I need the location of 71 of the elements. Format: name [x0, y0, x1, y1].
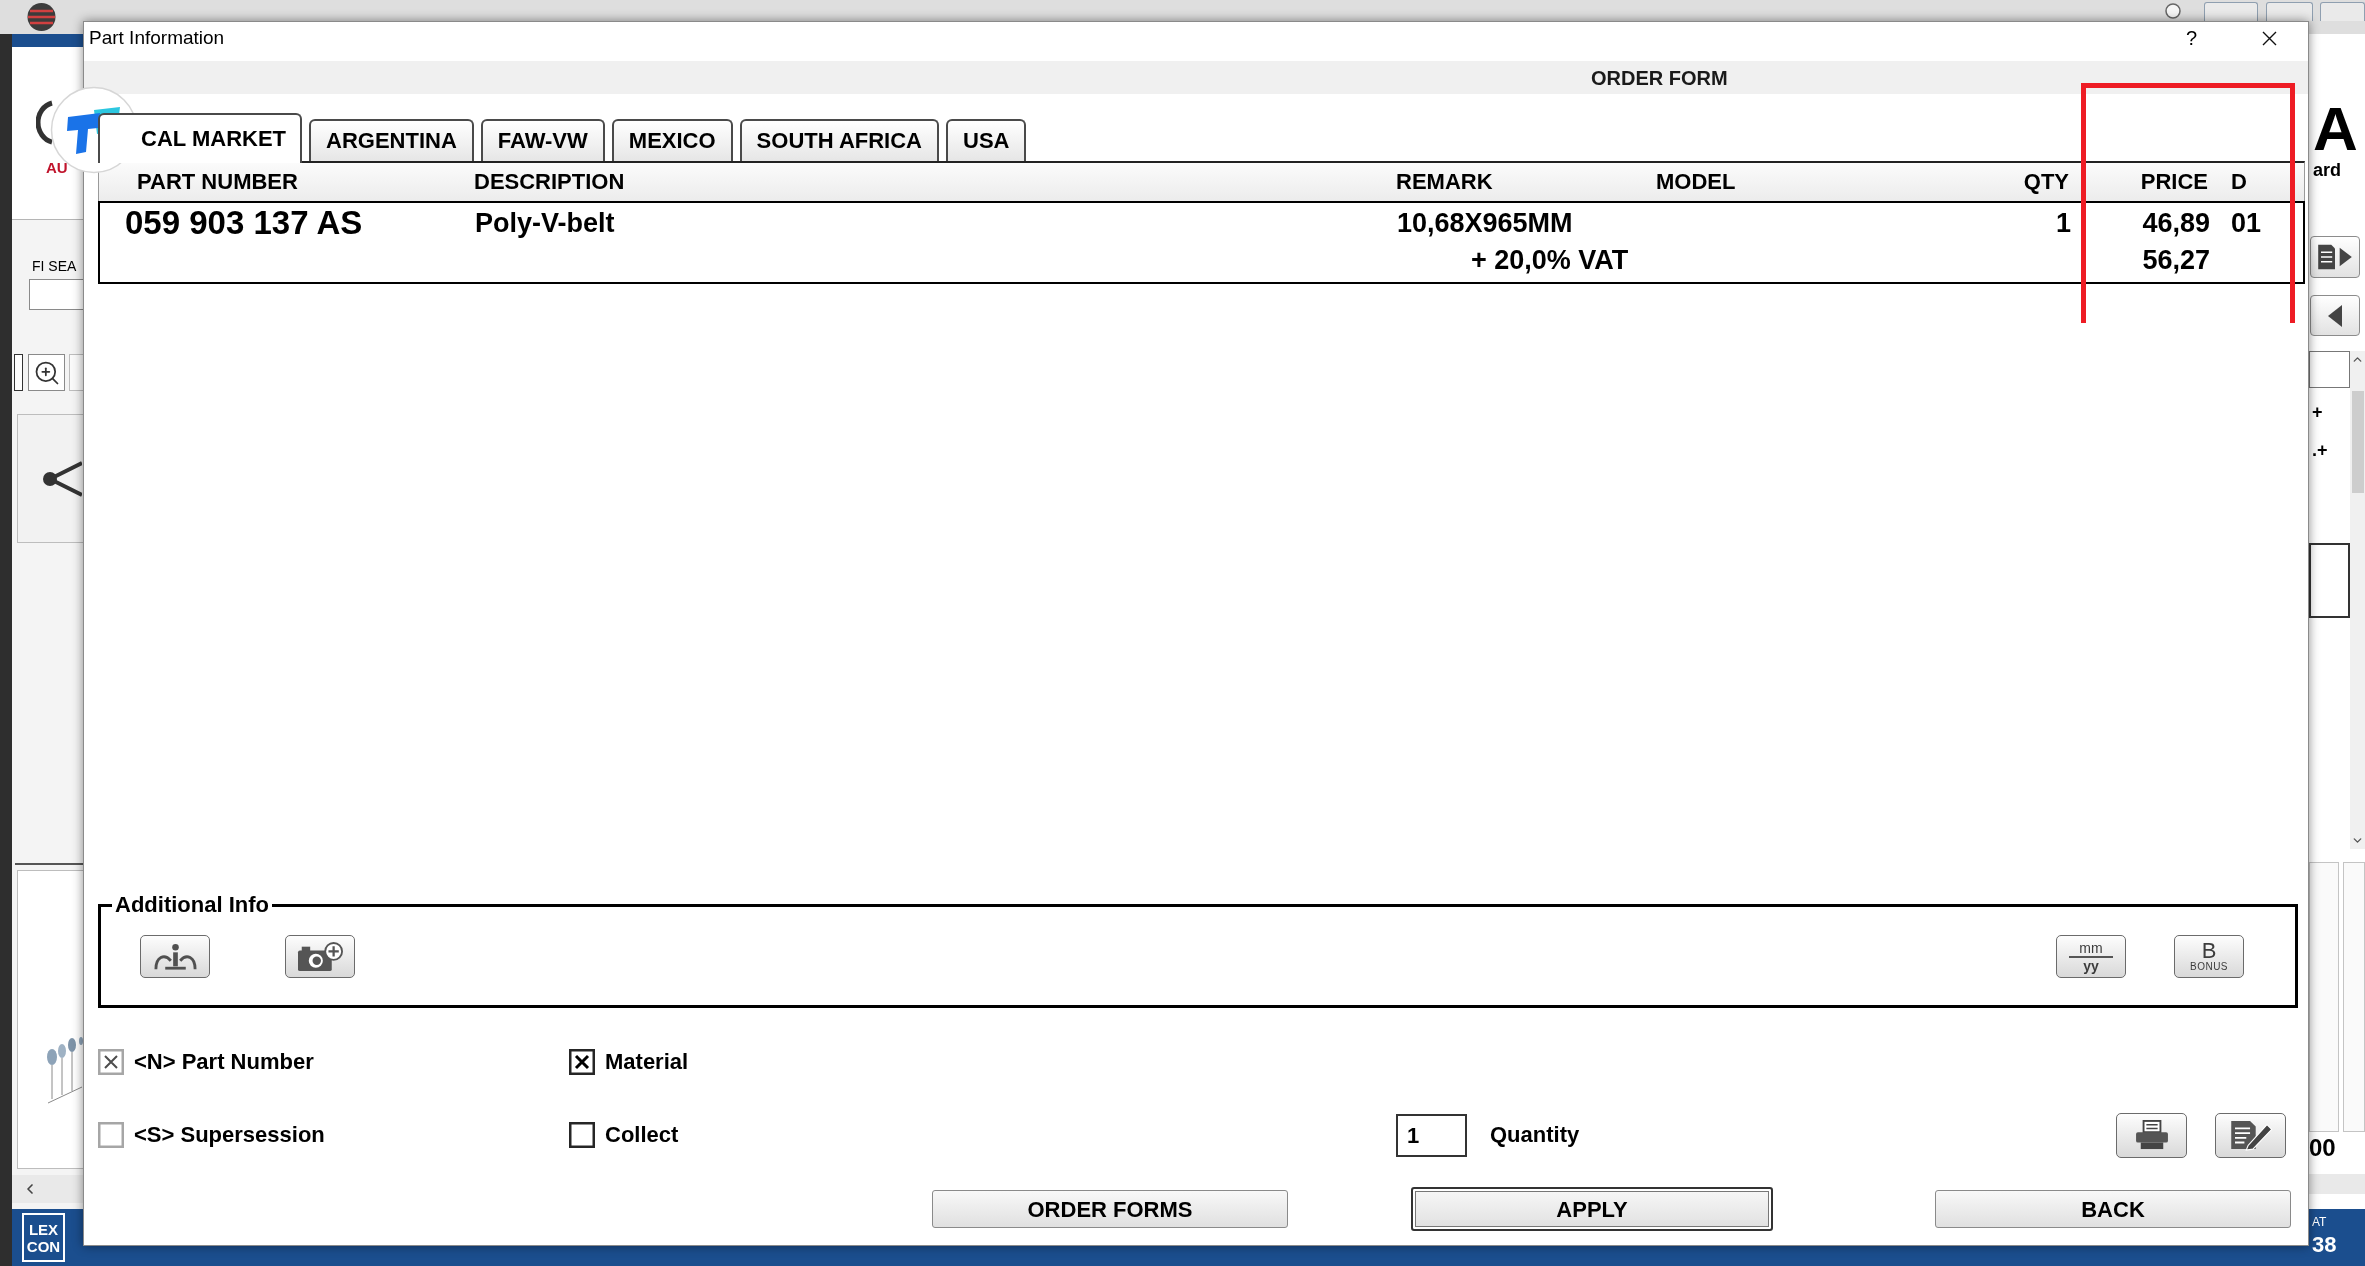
logo-arc-icon: [36, 100, 54, 145]
quantity-field[interactable]: 1: [1396, 1113, 1467, 1157]
tab[interactable]: SOUTH AFRICA: [739, 119, 939, 161]
tab[interactable]: MEXICO: [611, 119, 733, 161]
table-cell-text: 059 903 137 AS: [125, 205, 364, 241]
additional-info-title: Additional Info: [114, 892, 270, 918]
date-format-button[interactable]: mm yy: [2056, 935, 2126, 978]
close-button[interactable]: [2262, 31, 2277, 46]
checkbox-label[interactable]: Collect: [605, 1122, 679, 1148]
table-cell-text: 10,68X965MM: [1397, 208, 1574, 238]
column-header: REMARK: [1396, 169, 1494, 195]
document-arrow-icon: [2316, 243, 2354, 271]
table-cell-text: Poly-V-belt: [475, 208, 616, 238]
close-icon: [2262, 31, 2277, 46]
status-caption: AT: [2312, 1215, 2328, 1229]
column-header: QTY: [2023, 169, 2069, 195]
tab[interactable]: ARGENTINA: [309, 119, 474, 161]
toolbar-button[interactable]: [2310, 236, 2360, 278]
column-header: MODEL: [1656, 169, 1737, 195]
checkbox-label[interactable]: Material: [605, 1049, 689, 1075]
scrollbar-thumb[interactable]: [2351, 391, 2364, 493]
table-cell-text: + 20,0% VAT: [1471, 245, 1630, 275]
heading-letter: A: [2313, 98, 2359, 160]
search-label: FI SEA: [32, 258, 78, 274]
value-text: 00: [2309, 1134, 2337, 1162]
document-pencil-icon: [2228, 1119, 2273, 1151]
info-figure-icon: [152, 942, 198, 971]
dialog-button[interactable]: BACK: [1935, 1190, 2291, 1228]
column-header: PRICE: [2140, 169, 2208, 195]
search-field[interactable]: [29, 279, 83, 310]
status-value: 38: [2312, 1233, 2338, 1257]
column-header: PART NUMBER: [137, 169, 299, 195]
toolbar-button[interactable]: [14, 354, 23, 391]
form-heading: ORDER FORM: [1591, 66, 1728, 89]
camera-plus-icon: [296, 941, 344, 972]
logo-text: AU: [46, 159, 69, 176]
column-header: D: [2231, 169, 2248, 195]
column-header: DESCRIPTION: [474, 169, 626, 195]
symbol-text: +: [2312, 402, 2324, 422]
table-cell: 46,89: [2142, 208, 2210, 238]
symbol-text: .+: [2312, 440, 2329, 460]
vertical-scrollbar[interactable]: [2350, 351, 2365, 849]
help-circle-icon: [2165, 3, 2181, 19]
table-cell: 56,27: [2142, 245, 2210, 275]
tab[interactable]: FAW-VW: [480, 119, 605, 161]
logo-text: LEX: [28, 1220, 59, 1238]
tab[interactable]: USA: [946, 119, 1027, 161]
zoom-in-button[interactable]: [28, 354, 65, 391]
edit-button[interactable]: [2215, 1112, 2286, 1158]
toolbar-button[interactable]: [2310, 295, 2360, 336]
table-cell: 1: [2055, 208, 2071, 238]
accent-band: [12, 34, 83, 47]
print-button[interactable]: [2116, 1112, 2187, 1158]
logo-text: CON: [26, 1237, 61, 1255]
checkbox[interactable]: [569, 1049, 595, 1075]
horizontal-scrollbar[interactable]: [12, 1175, 83, 1203]
horizontal-scrollbar[interactable]: [2309, 1174, 2365, 1194]
tab[interactable]: CAL MARKET: [98, 113, 303, 163]
dialog-title: Part Information: [89, 27, 225, 49]
heading-caption: ard: [2313, 160, 2342, 180]
camera-button[interactable]: [285, 935, 355, 978]
dialog-button[interactable]: ORDER FORMS: [932, 1190, 1288, 1228]
dialog-button[interactable]: APPLY: [1411, 1187, 1773, 1231]
help-button[interactable]: ?: [2185, 27, 2197, 49]
table-cell-text: 01: [2231, 208, 2263, 238]
checkbox[interactable]: [569, 1122, 595, 1148]
left-triangle-icon: [2327, 303, 2343, 328]
quantity-label: Quantity: [1490, 1122, 1580, 1148]
bonus-button[interactable]: B BONUS: [2174, 935, 2244, 978]
input-field[interactable]: [2309, 351, 2350, 388]
info-button[interactable]: [140, 935, 210, 978]
